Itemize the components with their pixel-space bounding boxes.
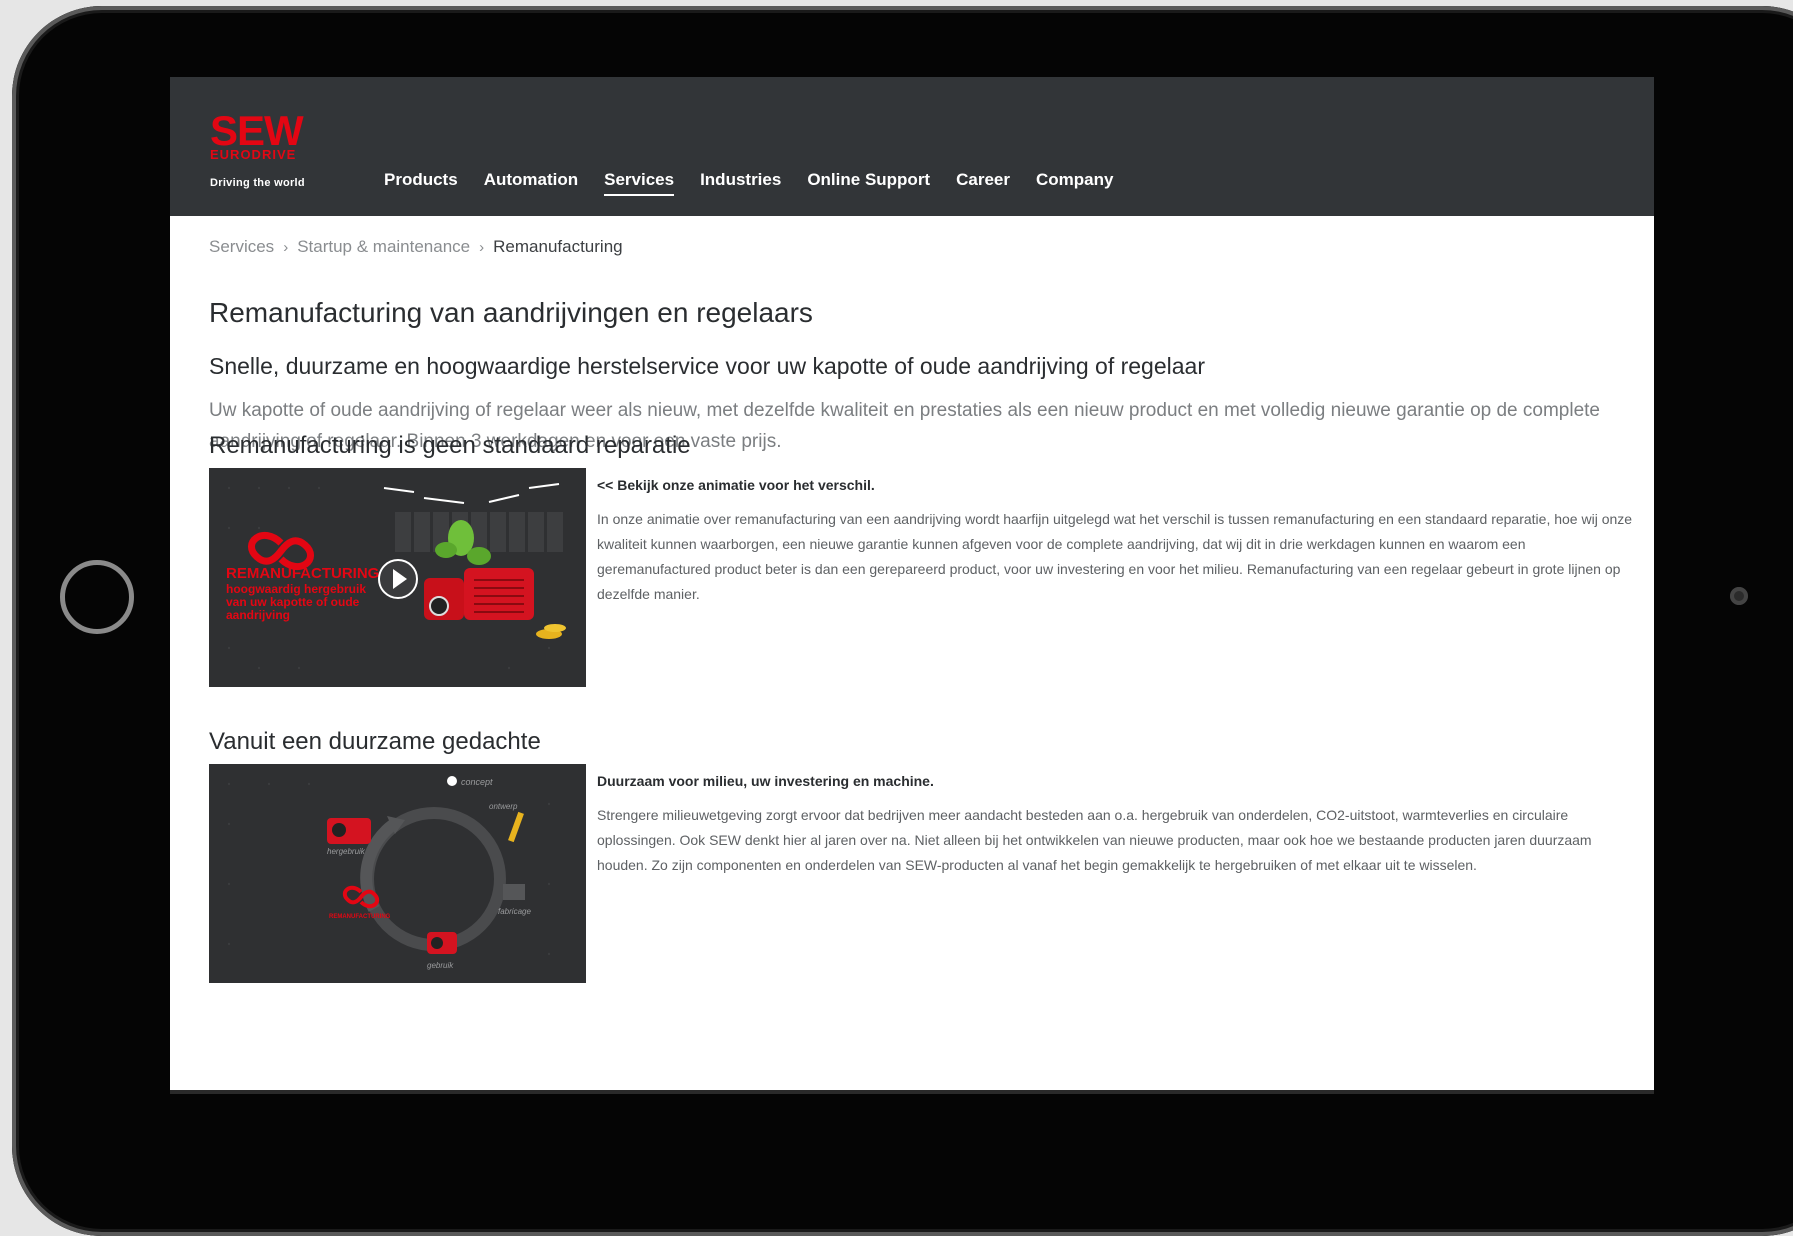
video-thumbnail-graphic: REMANUFACTURING hoogwaardig hergebruik v… (209, 468, 586, 687)
section-lead: Duurzaam voor milieu, uw investering en … (597, 773, 934, 789)
breadcrumb-current: Remanufacturing (493, 237, 623, 256)
cycle-label-ontwerp: ontwerp (489, 802, 518, 811)
page-subtitle: Snelle, duurzame en hoogwaardige herstel… (209, 353, 1205, 379)
cycle-title: REMANUFACTURING (329, 914, 391, 920)
logo-tagline: Driving the world (210, 177, 305, 189)
home-button[interactable] (60, 560, 134, 634)
nav-services[interactable]: Services (604, 170, 675, 196)
section-body: In onze animatie over remanufacturing va… (597, 511, 1633, 602)
nav-career[interactable]: Career (956, 170, 1010, 196)
section-text-duurzaam: Duurzaam voor milieu, uw investering en … (597, 773, 1637, 878)
section-lead: << Bekijk onze animatie voor het verschi… (597, 477, 875, 493)
site-header: SEW EURODRIVE Driving the world Products… (170, 77, 1654, 216)
thumbnail-caption-2: van uw kapotte of oude (226, 595, 360, 609)
sustainability-cycle-image: concept ontwerp fabricage gebruik hergeb… (209, 764, 586, 983)
bottom-edge (170, 1090, 1654, 1094)
nav-automation[interactable]: Automation (484, 170, 578, 196)
sew-logo[interactable]: SEW EURODRIVE Driving the world (210, 107, 320, 190)
chevron-right-icon: › (479, 238, 485, 256)
thumbnail-caption-1: hoogwaardig hergebruik (226, 582, 366, 596)
nav-company[interactable]: Company (1036, 170, 1113, 196)
nav-online-support[interactable]: Online Support (807, 170, 930, 196)
cycle-label-gebruik: gebruik (427, 961, 454, 970)
logo-sub: EURODRIVE (210, 147, 297, 162)
section-body: Strengere milieuwetgeving zorgt ervoor d… (597, 807, 1592, 873)
cycle-graphic: concept ontwerp fabricage gebruik hergeb… (209, 764, 586, 983)
breadcrumb: Services › Startup & maintenance › Reman… (209, 237, 623, 257)
breadcrumb-services[interactable]: Services (209, 237, 274, 257)
chevron-right-icon: › (283, 238, 289, 256)
thumbnail-title: REMANUFACTURING (226, 565, 379, 582)
nav-industries[interactable]: Industries (700, 170, 781, 196)
cycle-label-concept: concept (461, 777, 493, 787)
section-text-reparatie: << Bekijk onze animatie voor het verschi… (597, 477, 1637, 607)
thumbnail-caption-3: aandrijving (226, 608, 290, 622)
logo-brand: SEW (210, 107, 304, 154)
section-heading-reparatie: Remanufacturing is geen standaard repara… (209, 432, 691, 459)
cycle-label-fabricage: fabricage (498, 907, 531, 916)
browser-screen: SEW EURODRIVE Driving the world Products… (170, 77, 1654, 1094)
section-heading-duurzaam: Vanuit een duurzame gedachte (209, 728, 541, 755)
page-title: Remanufacturing van aandrijvingen en reg… (209, 297, 813, 328)
camera-icon (1730, 587, 1748, 605)
main-nav: Products Automation Services Industries … (384, 170, 1113, 196)
nav-products[interactable]: Products (384, 170, 458, 196)
animation-video-thumbnail[interactable]: REMANUFACTURING hoogwaardig hergebruik v… (209, 468, 586, 687)
breadcrumb-startup-maintenance[interactable]: Startup & maintenance (297, 237, 470, 257)
cycle-label-hergebruik: hergebruik (327, 847, 366, 856)
